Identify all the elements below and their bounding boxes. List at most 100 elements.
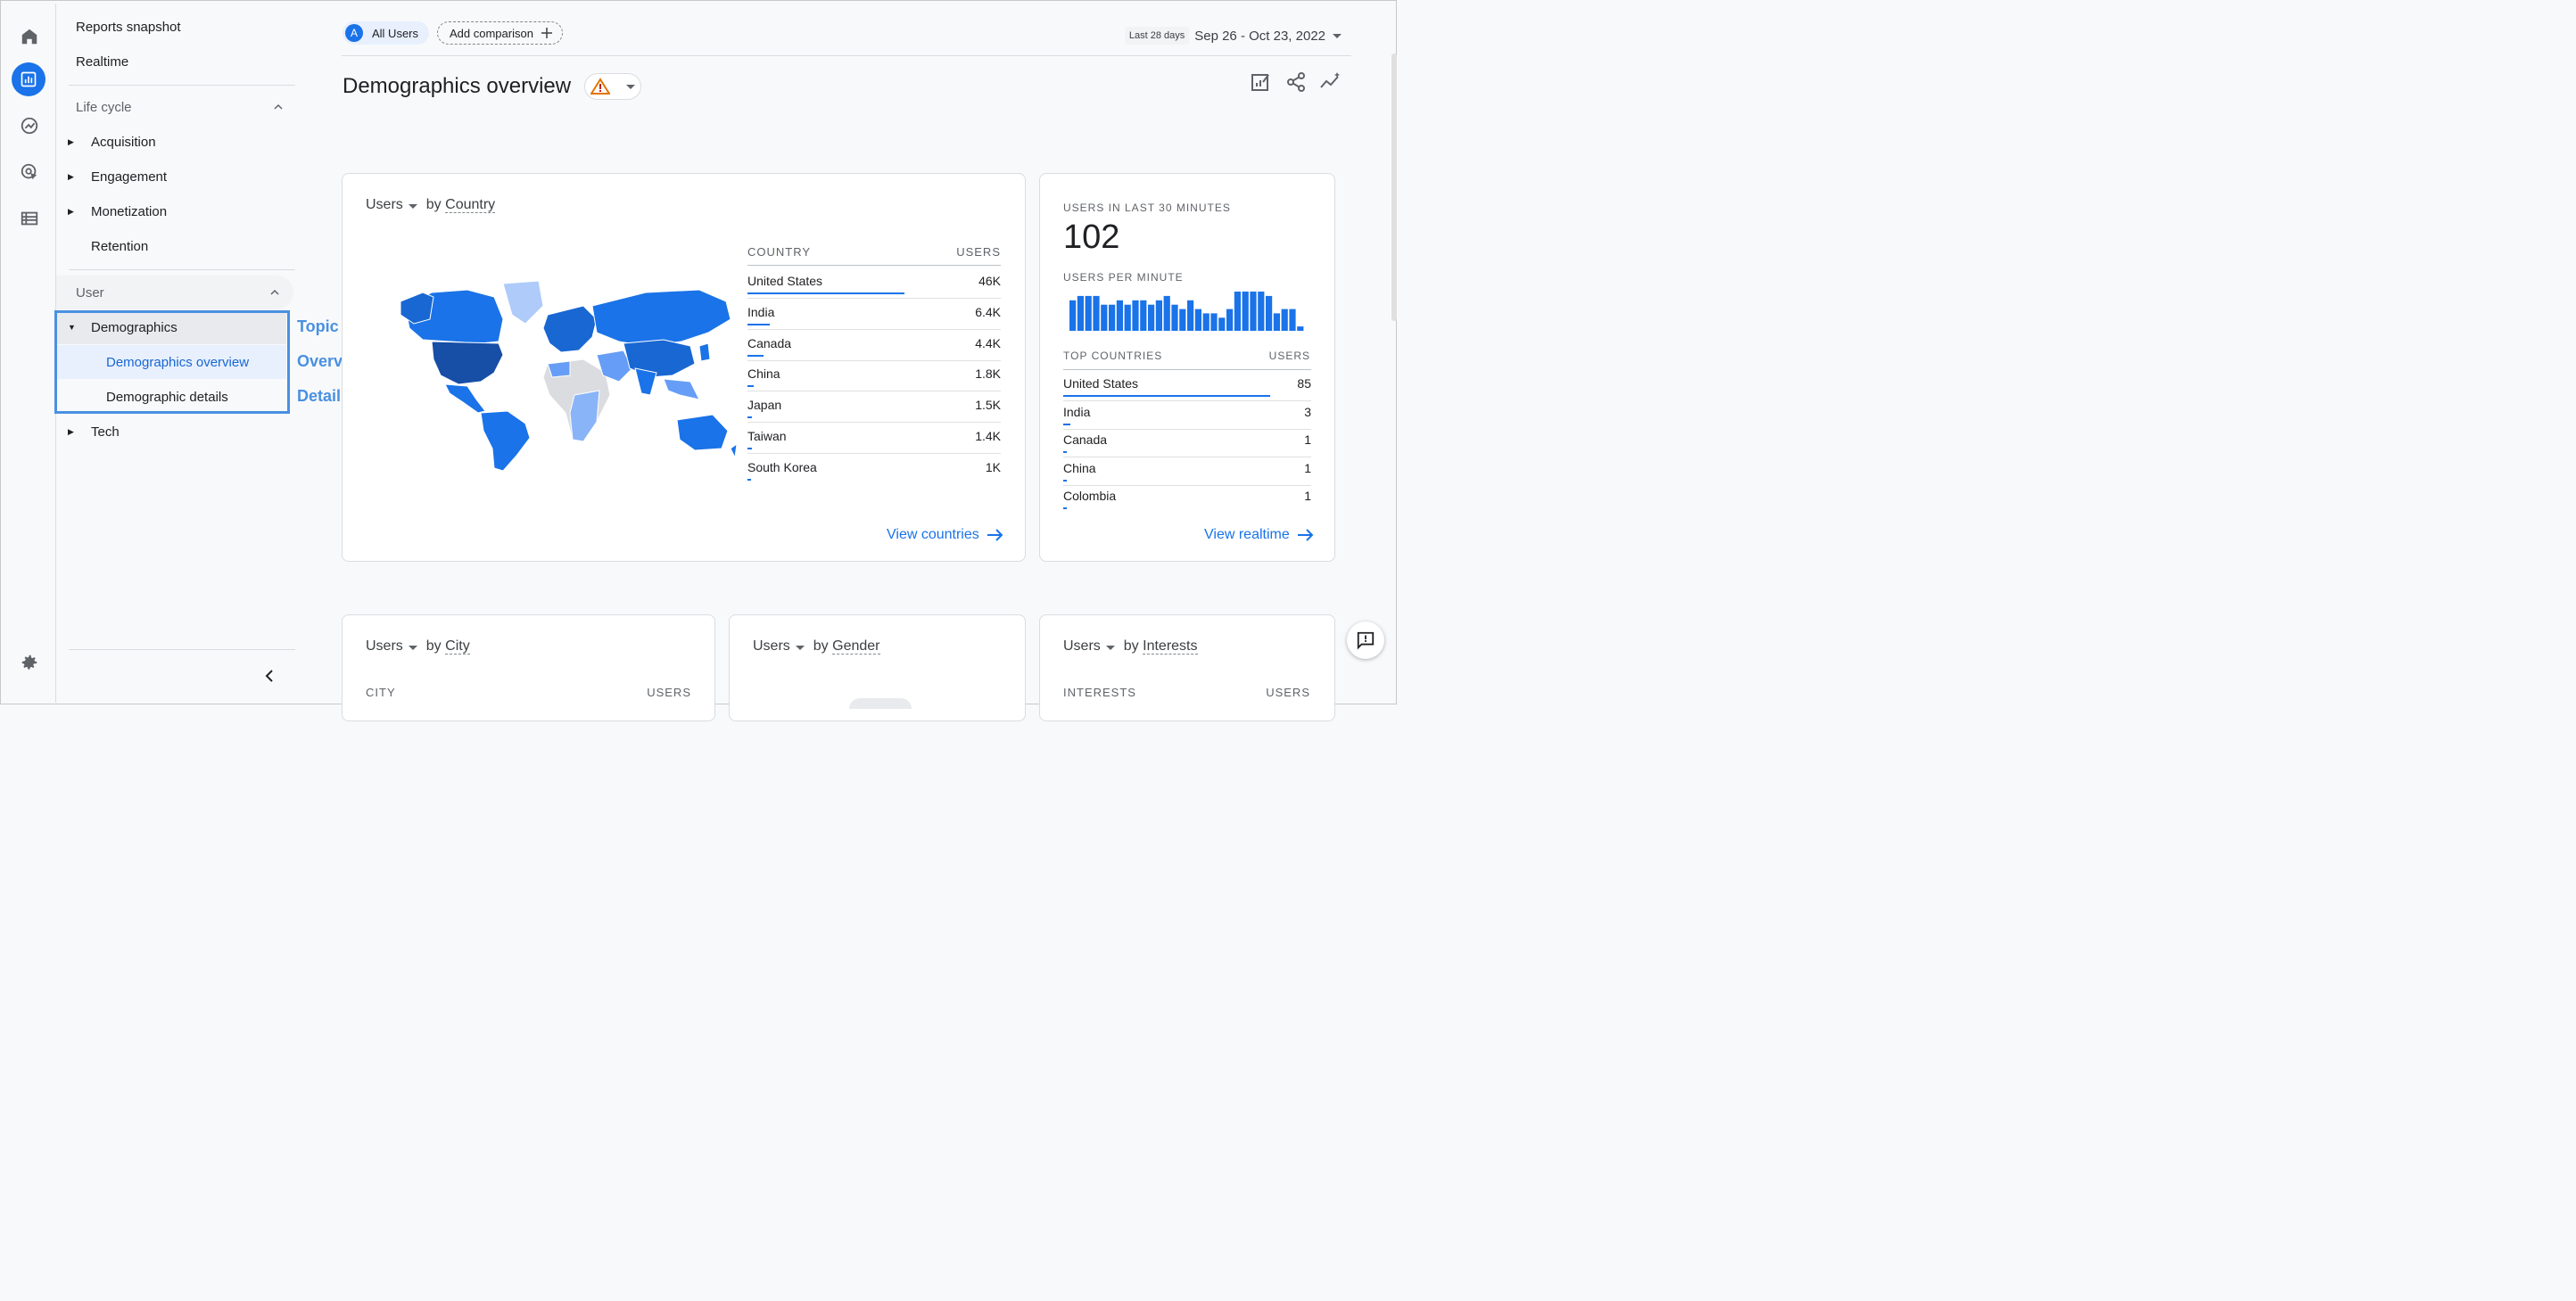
segment-chip-all-users[interactable]: A All Users [343,21,430,45]
per-minute-bar [1148,304,1155,331]
home-icon[interactable] [14,21,45,52]
row-value: 1K [985,459,1001,474]
dimension-label[interactable]: City [445,638,470,655]
row-name: United States [747,274,823,288]
reports-icon[interactable] [12,62,45,96]
nav-label: Realtime [76,54,129,70]
map-region-southeast-asia[interactable] [663,378,700,400]
table-row[interactable]: China 1.8K [747,366,1001,381]
share-icon[interactable] [1285,71,1309,95]
world-map[interactable] [396,279,739,475]
per-minute-bar [1179,309,1186,331]
table-row[interactable]: China 1 [1063,461,1311,475]
metric-selector[interactable]: Users [753,638,805,655]
nav-monetization[interactable]: ▶ Monetization [56,194,293,228]
nav-engagement[interactable]: ▶ Engagement [56,160,293,194]
row-share-bar [747,292,904,294]
header-divider [747,265,1001,266]
nav-reports-snapshot[interactable]: Reports snapshot [76,10,313,44]
caret-right-icon: ▶ [68,171,74,181]
dimension-label[interactable]: Gender [832,638,880,655]
map-region-india[interactable] [634,367,657,396]
per-minute-bar [1132,300,1139,331]
row-divider [747,422,1001,424]
chevron-down-icon [1105,646,1115,650]
table-row[interactable]: Colombia 1 [1063,489,1311,503]
table-row[interactable]: Japan 1.5K [747,398,1001,412]
per-minute-bar [1202,313,1210,331]
map-region-new-zealand[interactable] [730,442,738,459]
map-region-australia[interactable] [676,414,729,451]
segment-letter-avatar: A [345,24,363,42]
users-by-interests-card: Users by Interests INTERESTS USERS [1039,614,1335,721]
row-value: 3 [1304,404,1311,419]
metric-selector[interactable]: Users [366,197,417,213]
map-region-southern-africa[interactable] [569,390,600,442]
chevron-down-icon [795,646,805,650]
table-row[interactable]: India 6.4K [747,305,1001,319]
table-row[interactable]: United States 85 [1063,376,1311,391]
nav-retention[interactable]: Retention [56,229,293,263]
col-header-users: USERS [647,686,691,699]
row-value: 85 [1297,376,1311,391]
link-label: View countries [887,527,979,542]
per-minute-bar [1109,304,1116,331]
table-row[interactable]: Canada 1 [1063,432,1311,447]
add-comparison-button[interactable]: Add comparison [437,21,563,45]
section-user[interactable]: User [56,276,293,309]
map-region-china[interactable] [623,339,696,378]
annotation-topic: Topic [297,317,339,335]
nav-label: Acquisition [91,134,156,150]
view-countries-link[interactable]: View countries [887,527,1004,543]
by-label: by [425,197,442,212]
view-realtime-link[interactable]: View realtime [1204,527,1315,543]
map-region-south-america[interactable] [480,410,531,472]
section-lifecycle[interactable]: Life cycle [76,90,285,124]
insights-icon[interactable] [1319,71,1342,95]
row-name: China [1063,460,1096,475]
settings-icon[interactable] [14,647,45,678]
page-title: Demographics overview [343,74,572,98]
map-region-mexico[interactable] [444,383,486,414]
table-row[interactable]: Taiwan 1.4K [747,429,1001,443]
date-range-picker[interactable]: Last 28 days Sep 26 - Oct 23, 2022 [1124,27,1342,45]
map-region-united-states[interactable] [431,341,504,385]
map-region-alaska[interactable] [400,292,434,325]
nav-realtime[interactable]: Realtime [76,45,313,78]
feedback-icon [1357,631,1375,650]
row-value: 1.5K [975,398,1001,413]
collapse-nav-icon[interactable] [261,668,277,684]
advertising-icon[interactable] [14,157,45,187]
map-region-japan[interactable] [698,342,711,362]
map-region-russia[interactable] [591,289,731,347]
table-row[interactable]: India 3 [1063,405,1311,419]
explore-icon[interactable] [14,111,45,141]
per-minute-bar [1210,313,1218,331]
data-quality-chip[interactable] [584,73,641,100]
table-row[interactable]: United States 46K [747,274,1001,288]
realtime-count: 102 [1063,218,1120,256]
metric-selector[interactable]: Users [1063,638,1115,655]
metric-label: Users [1063,638,1101,654]
configure-icon[interactable] [14,203,45,234]
map-region-north-africa[interactable] [547,360,571,378]
feedback-button[interactable] [1347,622,1384,659]
table-row[interactable]: South Korea 1K [747,460,1001,474]
map-region-greenland[interactable] [502,280,544,325]
col-header-users: USERS [1268,350,1310,362]
metric-selector[interactable]: Users [366,638,417,655]
row-value: 1.8K [975,366,1001,382]
nav-acquisition[interactable]: ▶ Acquisition [56,125,293,159]
page-scrollbar[interactable] [1391,54,1397,321]
table-row[interactable]: Canada 4.4K [747,336,1001,350]
row-divider [747,359,1001,361]
dimension-label[interactable]: Country [445,197,496,213]
per-minute-bar [1281,309,1288,331]
dimension-label[interactable]: Interests [1143,638,1198,655]
map-region-europe[interactable] [542,305,598,353]
users-by-country-card: Users by Country COUNTRY USERS United St… [342,173,1026,562]
customize-report-icon[interactable] [1250,71,1273,95]
row-share-bar [747,416,752,419]
nav-label: Monetization [91,203,168,219]
nav-tech[interactable]: ▶ Tech [56,415,293,449]
